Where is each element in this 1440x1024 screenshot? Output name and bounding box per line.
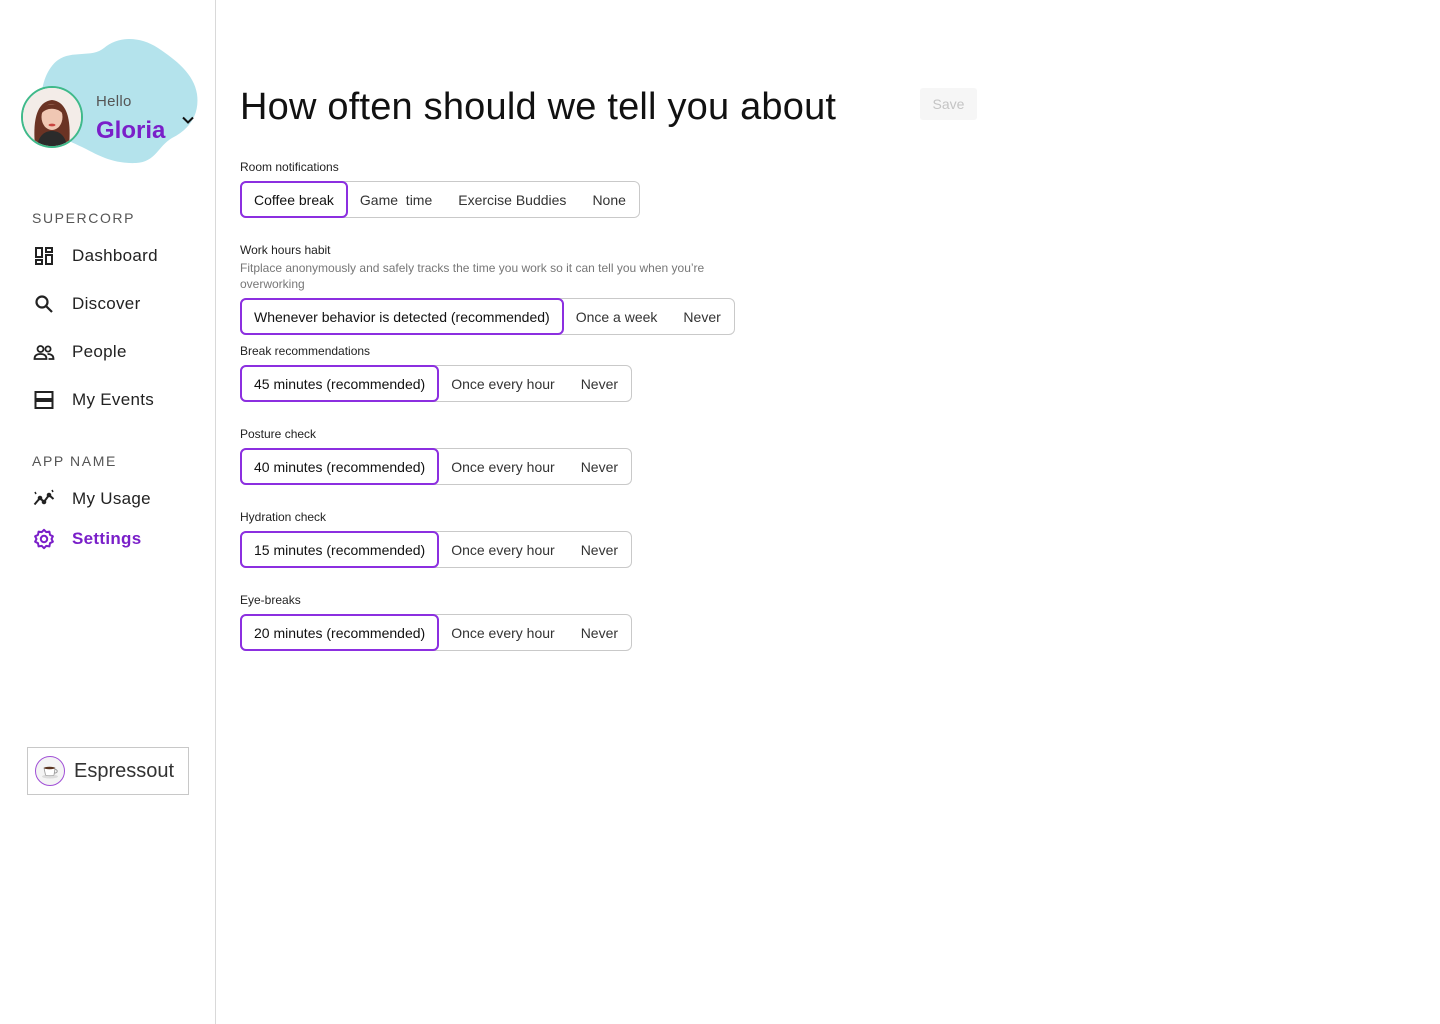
setting-label: Eye-breaks: [240, 593, 301, 607]
section-label-supercorp: SUPERCORP: [32, 210, 136, 226]
gear-icon: [32, 527, 56, 551]
workspace-label: Espressout: [74, 759, 175, 782]
sidebar-item-dashboard[interactable]: Dashboard: [32, 242, 202, 270]
setting-group-hydration-check: Hydration check 15 minutes (recommended)…: [240, 509, 633, 568]
segmented-control: 20 minutes (recommended) Once every hour…: [240, 614, 633, 651]
option-40-minutes[interactable]: 40 minutes (recommended): [240, 448, 440, 485]
section-label-app-name: APP NAME: [32, 453, 117, 469]
workspace-switcher-button[interactable]: Espressout: [27, 747, 189, 795]
segmented-control: Coffee break Game time Exercise Buddies …: [240, 181, 640, 218]
setting-label: Work hours habit: [240, 243, 331, 257]
option-never[interactable]: Never: [567, 614, 632, 651]
sidebar-item-label: My Events: [72, 390, 155, 409]
setting-label: Break recommendations: [240, 344, 371, 358]
sidebar-item-label: Dashboard: [72, 246, 158, 265]
sidebar-item-label: My Usage: [72, 489, 151, 508]
page-title: How often should we tell you about: [240, 86, 837, 128]
greeting-text: Hello: [96, 93, 132, 110]
people-icon: [32, 340, 56, 364]
setting-label: Posture check: [240, 427, 317, 441]
option-never[interactable]: Never: [567, 531, 632, 568]
option-never[interactable]: Never: [567, 365, 632, 402]
option-once-every-hour[interactable]: Once every hour: [437, 614, 569, 651]
sidebar-item-my-events[interactable]: My Events: [32, 386, 202, 414]
search-icon: [32, 292, 56, 316]
sidebar-item-label: Settings: [72, 529, 142, 548]
sidebar-item-label: People: [72, 342, 127, 361]
option-once-every-hour[interactable]: Once every hour: [437, 531, 569, 568]
segmented-control: 40 minutes (recommended) Once every hour…: [240, 448, 633, 485]
user-name: Gloria: [96, 117, 166, 144]
option-never[interactable]: Never: [669, 298, 734, 335]
option-once-every-hour[interactable]: Once every hour: [437, 448, 569, 485]
setting-group-room-notifications: Room notifications Coffee break Game tim…: [240, 159, 640, 218]
setting-group-posture-check: Posture check 40 minutes (recommended) O…: [240, 426, 633, 485]
option-whenever-detected[interactable]: Whenever behavior is detected (recommend…: [240, 298, 564, 335]
option-45-minutes[interactable]: 45 minutes (recommended): [240, 365, 440, 402]
dashboard-icon: [32, 244, 56, 268]
sidebar-item-discover[interactable]: Discover: [32, 290, 202, 318]
setting-group-eye-breaks: Eye-breaks 20 minutes (recommended) Once…: [240, 592, 633, 651]
segmented-control: Whenever behavior is detected (recommend…: [240, 298, 735, 335]
sidebar-item-settings[interactable]: Settings: [32, 525, 202, 553]
usage-chart-icon: [32, 487, 56, 511]
setting-description: Fitplace anonymously and safely tracks t…: [240, 261, 705, 291]
segmented-control: 45 minutes (recommended) Once every hour…: [240, 365, 633, 402]
option-game-time[interactable]: Game time: [346, 181, 446, 218]
sidebar-item-people[interactable]: People: [32, 338, 202, 366]
sidebar-item-label: Discover: [72, 294, 141, 313]
option-20-minutes[interactable]: 20 minutes (recommended): [240, 614, 440, 651]
sidebar: Hello Gloria SUPERCORP Dashboard Discove…: [0, 0, 216, 1024]
sidebar-item-my-usage[interactable]: My Usage: [32, 485, 202, 513]
option-once-every-hour[interactable]: Once every hour: [437, 365, 569, 402]
setting-label: Hydration check: [240, 510, 327, 524]
setting-group-break-recommendations: Break recommendations 45 minutes (recomm…: [240, 343, 633, 402]
save-button[interactable]: Save: [920, 88, 977, 120]
avatar[interactable]: [21, 86, 83, 148]
option-never[interactable]: Never: [567, 448, 632, 485]
option-coffee-break[interactable]: Coffee break: [240, 181, 348, 218]
setting-group-work-hours-habit: Work hours habit Fitplace anonymously an…: [240, 242, 735, 335]
option-exercise-buddies[interactable]: Exercise Buddies: [444, 181, 580, 218]
option-15-minutes[interactable]: 15 minutes (recommended): [240, 531, 440, 568]
setting-label: Room notifications: [240, 160, 339, 174]
segmented-control: 15 minutes (recommended) Once every hour…: [240, 531, 633, 568]
coffee-cup-icon: [35, 756, 65, 786]
events-icon: [32, 388, 56, 412]
option-once-a-week[interactable]: Once a week: [562, 298, 672, 335]
option-none[interactable]: None: [578, 181, 639, 218]
chevron-down-icon[interactable]: [180, 112, 196, 128]
